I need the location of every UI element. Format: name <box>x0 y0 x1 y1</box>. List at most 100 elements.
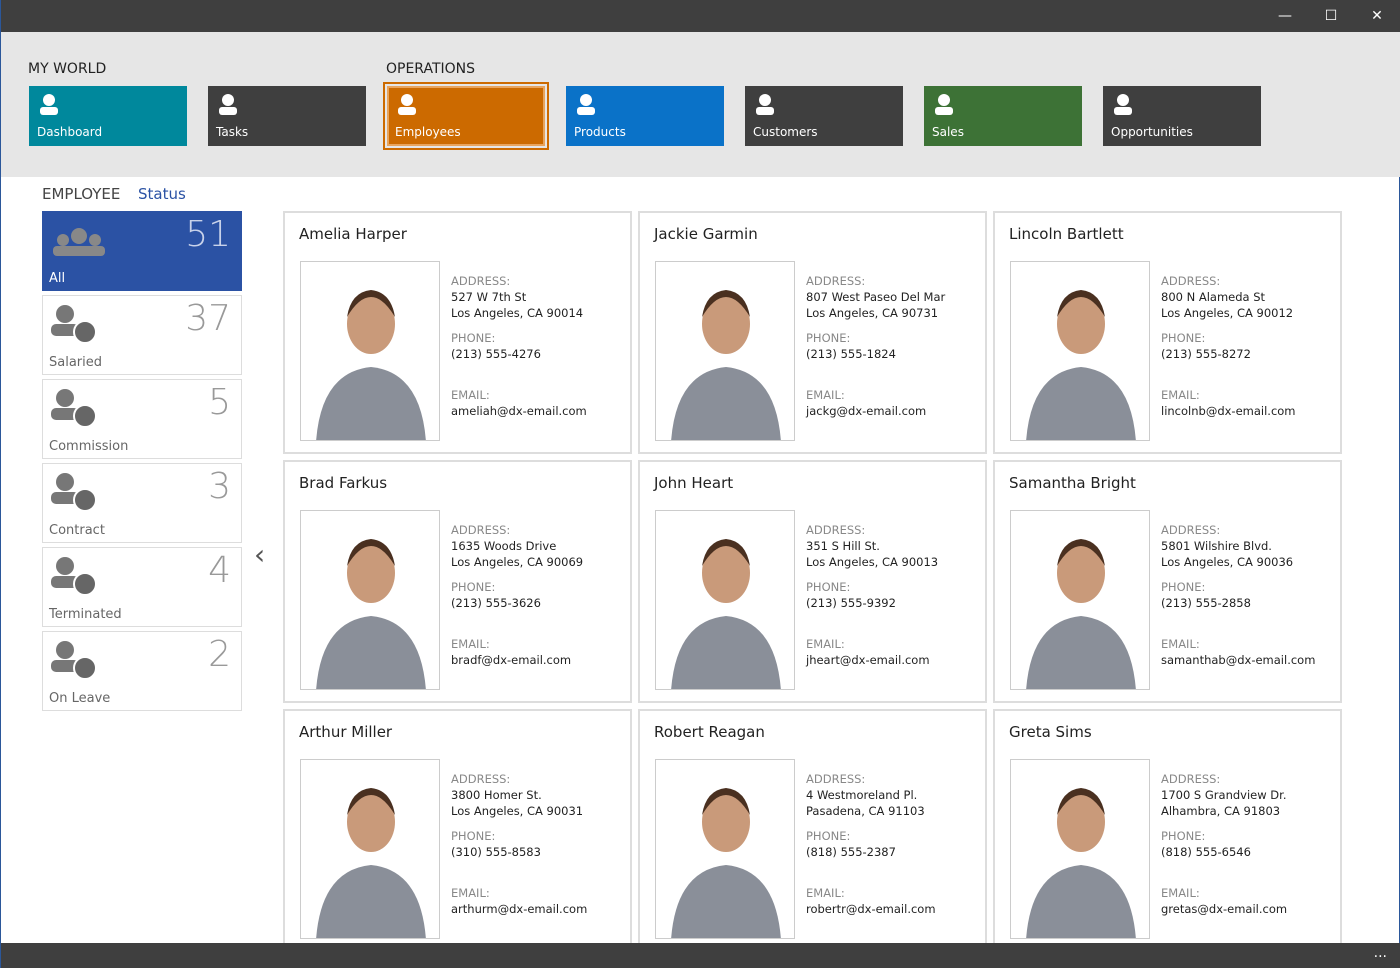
more-button[interactable]: ... <box>1374 945 1387 961</box>
employee-photo <box>1010 510 1150 690</box>
status-filter-contract[interactable]: 3 Contract <box>42 463 242 543</box>
group-icon <box>53 228 105 256</box>
phone-label: PHONE: <box>1161 829 1206 843</box>
minimize-button[interactable]: — <box>1262 0 1308 32</box>
phone-label: PHONE: <box>451 580 496 594</box>
employee-name: Lincoln Bartlett <box>1009 225 1124 243</box>
status-label: Contract <box>49 523 105 538</box>
address-label: ADDRESS: <box>806 772 866 786</box>
address-line1: 5801 Wilshire Blvd. <box>1161 539 1272 553</box>
phone-value: (213) 555-4276 <box>451 347 541 361</box>
person-status-icon <box>51 473 97 512</box>
calendar-check-icon <box>216 92 240 116</box>
address-line2: Los Angeles, CA 90031 <box>451 804 584 818</box>
close-button[interactable]: ✕ <box>1354 0 1400 32</box>
tile-sales[interactable]: Sales <box>924 86 1082 146</box>
status-filter-commission[interactable]: 5 Commission <box>42 379 242 459</box>
tile-opportunities[interactable]: Opportunities <box>1103 86 1261 146</box>
email-label: EMAIL: <box>451 886 490 900</box>
employee-card[interactable]: Samantha Bright ADDRESS: 5801 Wilshire B… <box>993 460 1342 703</box>
address-label: ADDRESS: <box>1161 523 1221 537</box>
person-status-icon <box>51 641 97 680</box>
app-bar: ... <box>1 943 1400 968</box>
email-label: EMAIL: <box>1161 637 1200 651</box>
email-value: jheart@dx-email.com <box>806 653 930 667</box>
status-filter-on-leave[interactable]: 2 On Leave <box>42 631 242 711</box>
employee-name: Robert Reagan <box>654 723 765 741</box>
box-icon <box>574 92 598 116</box>
email-label: EMAIL: <box>806 388 845 402</box>
status-count: 3 <box>208 466 231 507</box>
address-line1: 807 West Paseo Del Mar <box>806 290 946 304</box>
phone-label: PHONE: <box>806 331 851 345</box>
status-filter-salaried[interactable]: 37 Salaried <box>42 295 242 375</box>
address-label: ADDRESS: <box>1161 772 1221 786</box>
phone-value: (213) 555-3626 <box>451 596 541 610</box>
email-label: EMAIL: <box>1161 886 1200 900</box>
chart-icon <box>1111 92 1135 116</box>
person-status-icon <box>51 305 97 344</box>
employee-card[interactable]: Arthur Miller ADDRESS: 3800 Homer St. Lo… <box>283 709 632 952</box>
phone-value: (310) 555-8583 <box>451 845 541 859</box>
employee-card[interactable]: Robert Reagan ADDRESS: 4 Westmoreland Pl… <box>638 709 987 952</box>
group-label-my-world: MY WORLD <box>28 61 107 77</box>
address-line1: 1635 Woods Drive <box>451 539 557 553</box>
employee-name: John Heart <box>654 474 734 492</box>
employee-name: Jackie Garmin <box>654 225 758 243</box>
phone-value: (213) 555-1824 <box>806 347 896 361</box>
email-value: bradf@dx-email.com <box>451 653 572 667</box>
back-arrow-icon[interactable]: ‹ <box>254 538 265 571</box>
tile-products[interactable]: Products <box>566 86 724 146</box>
email-value: arthurm@dx-email.com <box>451 902 588 916</box>
tile-label: Products <box>574 125 626 139</box>
status-filter-terminated[interactable]: 4 Terminated <box>42 547 242 627</box>
person-status-icon <box>51 557 97 596</box>
address-line2: Los Angeles, CA 90014 <box>451 306 584 320</box>
maximize-button[interactable]: ☐ <box>1308 0 1354 32</box>
address-line1: 800 N Alameda St <box>1161 290 1266 304</box>
address-line1: 351 S Hill St. <box>806 539 880 553</box>
tile-label: Opportunities <box>1111 125 1193 139</box>
employee-card[interactable]: John Heart ADDRESS: 351 S Hill St. Los A… <box>638 460 987 703</box>
email-value: gretas@dx-email.com <box>1161 902 1288 916</box>
employee-card[interactable]: Amelia Harper ADDRESS: 527 W 7th St Los … <box>283 211 632 454</box>
breadcrumb-status[interactable]: Status <box>138 185 186 203</box>
email-value: robertr@dx-email.com <box>806 902 936 916</box>
phone-label: PHONE: <box>1161 331 1206 345</box>
employee-card[interactable]: Brad Farkus ADDRESS: 1635 Woods Drive Lo… <box>283 460 632 703</box>
tile-customers[interactable]: Customers <box>745 86 903 146</box>
phone-label: PHONE: <box>1161 580 1206 594</box>
tile-employees[interactable]: Employees <box>383 82 549 150</box>
employee-name: Samantha Bright <box>1009 474 1136 492</box>
address-line2: Los Angeles, CA 90013 <box>806 555 939 569</box>
tile-label: Dashboard <box>37 125 103 139</box>
address-label: ADDRESS: <box>806 523 866 537</box>
email-value: jackg@dx-email.com <box>806 404 927 418</box>
group-label-operations: OPERATIONS <box>386 61 476 77</box>
employee-photo <box>655 759 795 939</box>
customer-tie-icon <box>753 92 777 116</box>
phone-value: (213) 555-8272 <box>1161 347 1251 361</box>
navigation-header: MY WORLD OPERATIONS Dashboard Tasks Employ… <box>1 32 1400 177</box>
address-line2: Los Angeles, CA 90012 <box>1161 306 1294 320</box>
address-label: ADDRESS: <box>1161 274 1221 288</box>
address-label: ADDRESS: <box>451 523 511 537</box>
employee-photo <box>1010 759 1150 939</box>
status-count: 37 <box>185 298 231 339</box>
email-label: EMAIL: <box>806 886 845 900</box>
employee-card[interactable]: Lincoln Bartlett ADDRESS: 800 N Alameda … <box>993 211 1342 454</box>
address-line1: 1700 S Grandview Dr. <box>1161 788 1287 802</box>
address-line2: Alhambra, CA 91803 <box>1161 804 1281 818</box>
email-value: ameliah@dx-email.com <box>451 404 587 418</box>
phone-label: PHONE: <box>451 829 496 843</box>
tile-tasks[interactable]: Tasks <box>208 86 366 146</box>
status-filter-all[interactable]: 51 All <box>42 211 242 291</box>
employee-card[interactable]: Greta Sims ADDRESS: 1700 S Grandview Dr.… <box>993 709 1342 952</box>
person-icon <box>395 92 419 116</box>
employee-name: Arthur Miller <box>299 723 393 741</box>
employee-photo <box>1010 261 1150 441</box>
tile-dashboard[interactable]: Dashboard <box>29 86 187 146</box>
breadcrumb-root: EMPLOYEE <box>42 185 121 203</box>
person-status-icon <box>51 389 97 428</box>
employee-card[interactable]: Jackie Garmin ADDRESS: 807 West Paseo De… <box>638 211 987 454</box>
